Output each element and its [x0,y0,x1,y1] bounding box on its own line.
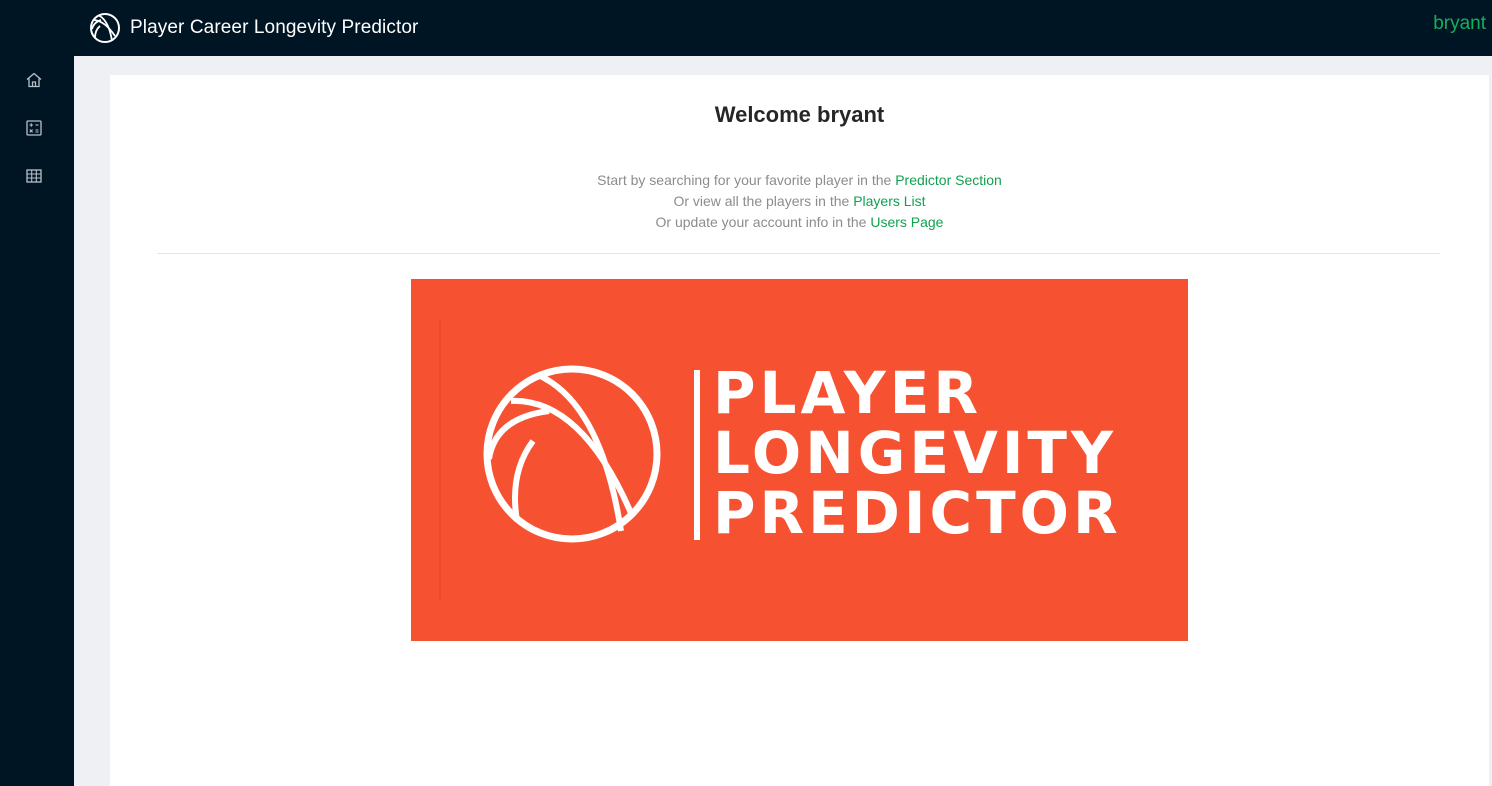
banner-line: PREDICTOR [713,479,1122,547]
divider [157,253,1440,254]
intro-line: Start by searching for your favorite pla… [110,170,1489,191]
intro-line: Or update your account info in the Users… [110,212,1489,233]
top-header: Player Career Longevity Predictor bryant [0,0,1492,56]
banner-line: PLAYER [713,359,983,427]
sidebar-item-home[interactable] [22,68,46,92]
intro-line-text: Or view all the players in the [673,193,854,209]
app-title: Player Career Longevity Predictor [130,17,419,38]
intro-line-text: Start by searching for your favorite pla… [597,172,896,188]
welcome-heading: Welcome bryant [714,102,885,127]
users-page-link[interactable]: Users Page [870,214,943,230]
banner-title: PLAYER LONGEVITY PREDICTOR [713,363,1122,543]
main-content: Welcome bryant Start by searching for yo… [110,75,1489,786]
banner-image: PLAYER LONGEVITY PREDICTOR [411,279,1188,641]
sidebar [0,56,74,786]
intro-line: Or view all the players in the Players L… [110,191,1489,212]
banner-divider [694,370,700,540]
banner-line: LONGEVITY [713,419,1117,487]
predictor-section-link[interactable]: Predictor Section [895,172,1002,188]
calculator-icon [26,120,42,136]
basketball-icon [90,13,120,43]
brand[interactable]: Player Career Longevity Predictor [89,10,418,46]
user-menu[interactable]: bryant [1433,13,1486,35]
intro-text: Start by searching for your favorite pla… [110,170,1489,233]
players-list-link[interactable]: Players List [853,193,925,209]
sidebar-item-players-list[interactable] [22,164,46,188]
table-icon [26,169,42,183]
basketball-icon [483,365,661,543]
banner-edge [439,319,441,599]
intro-line-text: Or update your account info in the [655,214,871,230]
home-icon [26,72,42,88]
sidebar-item-predictor[interactable] [22,116,46,140]
